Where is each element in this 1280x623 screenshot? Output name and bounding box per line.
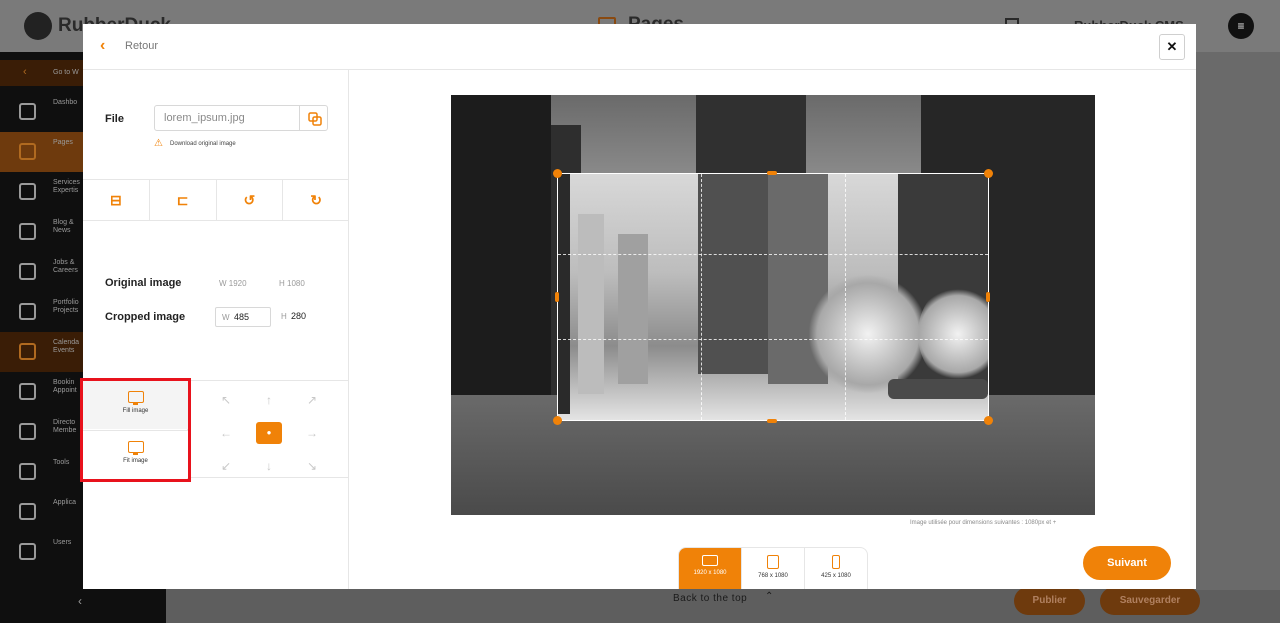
fit-image-label: Fit image [123, 458, 148, 464]
applications-icon [19, 503, 36, 520]
image-usage-caption: Image utilisée pour dimensions suivantes… [910, 520, 1057, 526]
crop-vertical-button[interactable]: ⊏ [150, 180, 217, 220]
back-to-top-link[interactable]: Back to the top [673, 593, 747, 604]
close-button[interactable]: ✕ [1159, 34, 1185, 60]
crop-grid-line [558, 339, 988, 340]
crop-vertical-icon: ⊏ [176, 191, 189, 208]
fill-image-button[interactable]: Fill image [83, 381, 188, 429]
modal-header: ‹ Retour ✕ [83, 24, 1196, 70]
image-preview [451, 95, 1095, 515]
width-prefix: W [222, 313, 230, 322]
calendar-icon [19, 343, 36, 360]
tablet-icon [767, 555, 779, 569]
directory-icon [19, 423, 36, 440]
device-label: 425 x 1080 [821, 573, 851, 579]
back-button[interactable]: Retour [125, 40, 158, 52]
monitor-icon [127, 441, 144, 455]
booking-icon [19, 383, 36, 400]
crop-horizontal-icon: ⊟ [110, 191, 122, 208]
device-size-selector: 1920 x 1080 768 x 1080 425 x 1080 [678, 547, 868, 589]
crop-grid-line [845, 174, 846, 420]
original-image-label: Original image [105, 277, 182, 289]
rotate-right-icon: ↻ [310, 191, 322, 208]
sidebar-item-label: Go to W [53, 69, 79, 76]
anchor-right-icon[interactable]: → [299, 422, 325, 444]
chevron-up-icon[interactable]: ⌃ [765, 591, 773, 602]
device-mobile-button[interactable]: 425 x 1080 [805, 548, 867, 589]
device-tablet-button[interactable]: 768 x 1080 [742, 548, 805, 589]
crop-handle-top-right[interactable] [984, 169, 993, 178]
blog-icon [19, 223, 36, 240]
device-desktop-button[interactable]: 1920 x 1080 [679, 548, 742, 589]
cropped-image-label: Cropped image [105, 311, 186, 323]
portfolio-icon [19, 303, 36, 320]
fit-mode-section: Fill image Fit image ↖ ↑ ↗ ← ● → ↙ ↓ ↘ [80, 378, 349, 482]
jobs-icon [19, 263, 36, 280]
crop-handle-bottom-right[interactable] [984, 416, 993, 425]
monitor-icon [127, 391, 144, 405]
save-button[interactable]: Sauvegarder [1100, 587, 1200, 615]
device-label: 1920 x 1080 [693, 570, 727, 576]
cropped-width-input[interactable]: W 485 [215, 307, 271, 327]
users-icon [19, 543, 36, 560]
desktop-icon [702, 555, 718, 566]
tools-icon [19, 463, 36, 480]
crop-handle-top-left[interactable] [553, 169, 562, 178]
mobile-icon [832, 555, 840, 569]
page-content-background [1196, 52, 1280, 590]
fit-image-button[interactable]: Fit image [83, 430, 188, 478]
crop-horizontal-button[interactable]: ⊟ [83, 180, 150, 220]
height-prefix: H [281, 312, 287, 321]
chevron-left-icon: ‹ [23, 66, 27, 78]
cropped-width-value: 485 [234, 312, 250, 322]
publish-button[interactable]: Publier [1014, 587, 1085, 615]
photo-building [451, 95, 551, 415]
anchor-left-icon[interactable]: ← [213, 422, 239, 444]
crop-tools-toolbar: ⊟ ⊏ ↺ ↻ [83, 179, 349, 221]
anchor-top-icon[interactable]: ↑ [256, 389, 282, 411]
crop-handle-right[interactable] [986, 292, 990, 302]
crop-handle-bottom[interactable] [767, 419, 777, 423]
menu-icon[interactable]: ≡ [1228, 13, 1254, 39]
rotate-left-button[interactable]: ↺ [217, 180, 284, 220]
back-chevron-icon[interactable]: ‹ [100, 37, 105, 55]
device-label: 768 x 1080 [758, 573, 788, 579]
services-icon [19, 183, 36, 200]
original-width: W 1920 [219, 279, 247, 288]
dashboard-icon [19, 103, 36, 120]
crop-handle-top[interactable] [767, 171, 777, 175]
image-crop-modal: ‹ Retour ✕ File lorem_ipsum.jpg ⚠ Downlo… [80, 24, 1196, 589]
rotate-right-button[interactable]: ↻ [283, 180, 349, 220]
position-anchor-grid: ↖ ↑ ↗ ← ● → ↙ ↓ ↘ [213, 385, 333, 475]
pages-icon [19, 143, 36, 160]
swap-image-icon [308, 112, 322, 126]
fill-image-label: Fill image [122, 408, 149, 414]
duck-logo-icon [24, 12, 52, 40]
next-button[interactable]: Suivant [1083, 546, 1171, 580]
anchor-top-right-icon[interactable]: ↗ [299, 389, 325, 411]
anchor-top-left-icon[interactable]: ↖ [213, 389, 239, 411]
warning-icon: ⚠ [154, 138, 163, 149]
fit-mode-options: Fill image Fit image [80, 378, 191, 482]
crop-settings-panel: File lorem_ipsum.jpg ⚠ Download original… [80, 70, 349, 589]
cropped-height-value: 280 [291, 311, 307, 321]
anchor-center-button[interactable]: ● [256, 422, 282, 444]
crop-handle-bottom-left[interactable] [553, 416, 562, 425]
crop-grid-line [701, 174, 702, 420]
anchor-bottom-right-icon[interactable]: ↘ [299, 455, 325, 477]
file-name-input[interactable]: lorem_ipsum.jpg [154, 105, 300, 131]
change-file-button[interactable] [299, 105, 328, 131]
download-original-link[interactable]: Download original image [170, 141, 236, 147]
anchor-bottom-left-icon[interactable]: ↙ [213, 455, 239, 477]
rotate-left-icon: ↺ [243, 191, 256, 208]
crop-selection[interactable] [557, 173, 989, 421]
original-height: H 1080 [279, 279, 305, 288]
crop-handle-left[interactable] [555, 292, 559, 302]
file-label: File [105, 113, 124, 125]
crop-grid-line [558, 254, 988, 255]
anchor-bottom-icon[interactable]: ↓ [256, 455, 282, 477]
collapse-sidebar-icon[interactable]: ‹ [78, 594, 82, 608]
